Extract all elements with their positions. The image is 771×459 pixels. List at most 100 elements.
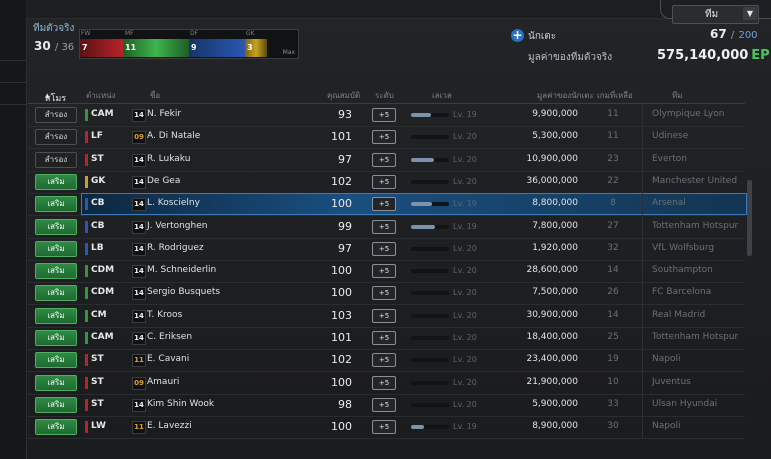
player-name[interactable]: Kim Shin Wook [147,399,214,409]
position-color-marker [85,243,88,255]
upgrade-grade-badge[interactable]: +5 [372,153,396,167]
lineup-status-button[interactable]: เสริม [35,263,77,279]
player-name[interactable]: De Gea [147,176,180,186]
upgrade-grade-badge[interactable]: +5 [372,331,396,345]
player-level: Lv. 20 [453,244,477,253]
roster-capacity-current: 67 [710,27,727,41]
player-name[interactable]: R. Rodriguez [147,243,204,253]
lineup-status-button[interactable]: สำรอง [35,129,77,145]
column-divider [642,149,643,171]
position-color-marker [85,198,88,210]
upgrade-grade-badge[interactable]: +5 [372,130,396,144]
team-dropdown[interactable]: ทีม ▼ [672,5,759,24]
table-row[interactable]: เสริม CAM 14 C. Eriksen 101 +5 Lv. 20 18,400,00… [26,327,746,350]
games-remaining: 25 [607,332,619,342]
player-club: Tottenham Hotspur [652,332,739,342]
player-name[interactable]: M. Schneiderlin [147,265,216,275]
lineup-status-button[interactable]: เสริม [35,241,77,257]
lineup-status-button[interactable]: เสริม [35,285,77,301]
games-remaining: 23 [607,154,619,164]
player-ovr: 97 [338,242,352,255]
upgrade-grade-badge[interactable]: +5 [372,264,396,278]
table-row[interactable]: สำรอง CAM 14 N. Fekir 93 +5 Lv. 19 9,900,000 11 O… [26,104,746,127]
table-row[interactable]: เสริม CDM 14 M. Schneiderlin 100 +5 Lv. 20 28,6… [26,260,746,283]
player-position: ST [91,399,104,409]
table-row[interactable]: เสริม CB 14 L. Koscielny 100 +5 Lv. 19 8,800,00… [26,193,747,216]
player-level: Lv. 20 [453,266,477,275]
add-player-button[interactable]: + [511,29,524,42]
player-name[interactable]: E. Cavani [147,354,189,364]
squad-count-max: / 36 [54,42,75,53]
col-ovr-header[interactable]: คุณสมบัติ [327,89,360,102]
upgrade-grade-badge[interactable]: +5 [372,309,396,323]
games-remaining: 19 [607,354,619,364]
table-row[interactable]: เสริม ST 09 Amauri 100 +5 Lv. 20 21,900,000 10 Ju… [26,372,746,395]
lineup-status-button[interactable]: สำรอง [35,152,77,168]
player-position: CAM [91,332,114,342]
upgrade-grade-badge[interactable]: +5 [372,197,396,211]
position-color-marker [85,287,88,299]
position-color-marker [85,421,88,433]
lineup-status-button[interactable]: เสริม [35,375,77,391]
player-name[interactable]: N. Fekir [147,109,181,119]
player-name[interactable]: Sergio Busquets [147,287,220,297]
table-row[interactable]: เสริม CM 14 T. Kroos 103 +5 Lv. 20 30,900,000 14… [26,305,746,328]
column-divider [642,372,643,394]
add-player-label[interactable]: นักเตะ [528,29,556,44]
lineup-status-button[interactable]: เสริม [35,352,77,368]
col-games-header[interactable]: เกมที่เหลือ [597,89,633,102]
player-ovr: 102 [331,353,352,366]
lineup-status-button[interactable]: เสริม [35,174,77,190]
lineup-status-button[interactable]: เสริม [35,196,77,212]
table-row[interactable]: เสริม GK 14 De Gea 102 +5 Lv. 20 36,000,000 22 Ma… [26,171,746,194]
player-ovr: 101 [331,130,352,143]
table-row[interactable]: เสริม CB 14 J. Vertonghen 99 +5 Lv. 19 7,800,00… [26,216,746,239]
player-position: CAM [91,109,114,119]
upgrade-grade-badge[interactable]: +5 [372,286,396,300]
upgrade-grade-badge[interactable]: +5 [372,220,396,234]
player-name[interactable]: C. Eriksen [147,332,192,342]
team-value-amount: 575,140,000 [657,48,749,63]
player-name[interactable]: L. Koscielny [147,198,200,208]
player-name[interactable]: E. Lavezzi [147,421,192,431]
lineup-status-button[interactable]: เสริม [35,330,77,346]
upgrade-grade-badge[interactable]: +5 [372,175,396,189]
chevron-down-icon[interactable]: ▼ [743,7,757,20]
scrollbar-thumb[interactable] [747,180,752,256]
player-ovr: 100 [331,420,352,433]
player-value: 8,900,000 [532,421,578,431]
table-row[interactable]: เสริม LW 11 E. Lavezzi 100 +5 Lv. 19 8,900,000 3… [26,416,746,439]
col-value-header[interactable]: มูลค่าของนักเตะ [537,89,594,102]
player-name[interactable]: T. Kroos [147,310,182,320]
lineup-status-button[interactable]: เสริม [35,219,77,235]
col-name-header[interactable]: ชื่อ [150,89,160,102]
table-row[interactable]: สำรอง LF 09 A. Di Natale 101 +5 Lv. 20 5,300,00… [26,126,746,149]
upgrade-grade-badge[interactable]: +5 [372,353,396,367]
games-remaining: 10 [607,377,619,387]
table-row[interactable]: สำรอง ST 14 R. Lukaku 97 +5 Lv. 20 10,900,000 23… [26,149,746,172]
player-name[interactable]: A. Di Natale [147,131,200,141]
table-row[interactable]: เสริม ST 14 Kim Shin Wook 98 +5 Lv. 20 5,900,00… [26,394,746,417]
player-name[interactable]: R. Lukaku [147,154,190,164]
upgrade-grade-badge[interactable]: +5 [372,242,396,256]
col-club-header[interactable]: ทีม [672,89,683,102]
table-row[interactable]: เสริม CDM 14 Sergio Busquets 100 +5 Lv. 20 7,50… [26,282,746,305]
upgrade-grade-badge[interactable]: +5 [372,108,396,122]
lineup-status-button[interactable]: เสริม [35,397,77,413]
lineup-status-button[interactable]: เสริม [35,308,77,324]
table-row[interactable]: เสริม ST 11 E. Cavani 102 +5 Lv. 20 23,400,000 1… [26,349,746,372]
col-level-header[interactable]: เลเวล [432,89,452,102]
level-progress-bar [411,425,449,429]
table-row[interactable]: เสริม LB 14 R. Rodriguez 97 +5 Lv. 20 1,920,000… [26,238,746,261]
upgrade-grade-badge[interactable]: +5 [372,420,396,434]
upgrade-grade-badge[interactable]: +5 [372,376,396,390]
lineup-status-button[interactable]: สำรอง [35,107,77,123]
player-name[interactable]: Amauri [147,377,179,387]
lineup-status-button[interactable]: เสริม [35,419,77,435]
player-position: CDM [91,265,115,275]
position-color-marker [85,310,88,322]
player-name[interactable]: J. Vertonghen [147,221,207,231]
col-position-header[interactable]: ตำแหน่ง [86,89,116,102]
col-grade-header[interactable]: ระดับ [375,89,394,102]
upgrade-grade-badge[interactable]: +5 [372,398,396,412]
